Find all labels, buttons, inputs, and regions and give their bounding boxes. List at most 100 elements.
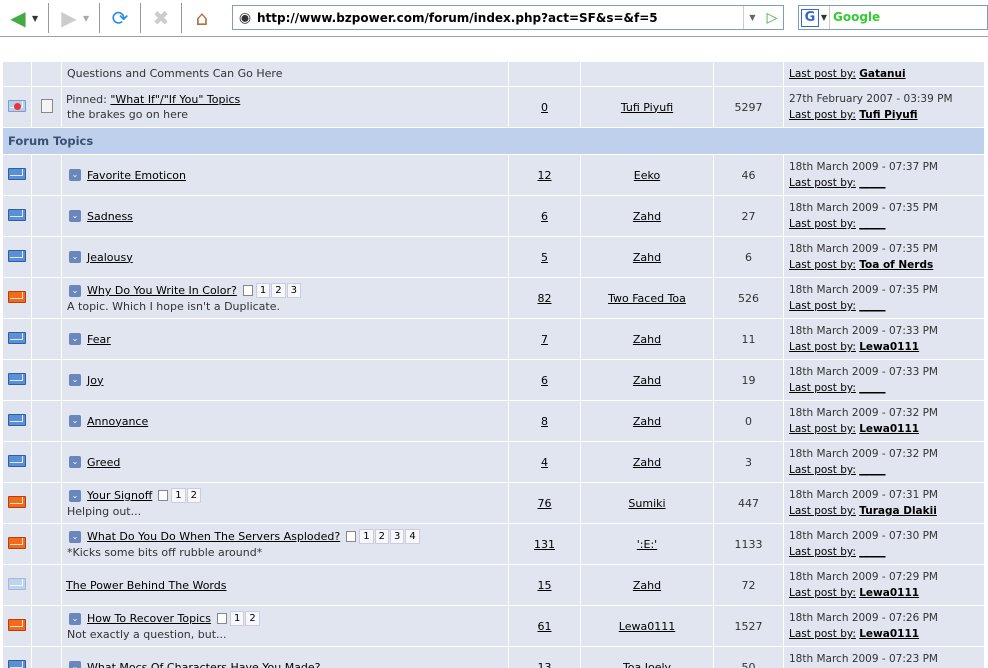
last-post-label[interactable]: Last post by: <box>789 382 856 394</box>
topic-preview-icon[interactable]: ⌄ <box>69 415 81 427</box>
topic-link[interactable]: Joy <box>87 374 103 387</box>
author-link[interactable]: Zahd <box>633 333 661 346</box>
page-link[interactable]: 1 <box>359 529 374 544</box>
page-link[interactable]: 3 <box>286 283 301 298</box>
last-post-label[interactable]: Last post by: <box>789 423 856 435</box>
search-engine-dropdown[interactable]: ▼ <box>819 13 829 22</box>
topic-link[interactable]: Greed <box>87 456 120 469</box>
author-link[interactable]: Lewa0111 <box>619 620 675 633</box>
replies-link[interactable]: 7 <box>541 333 548 346</box>
author-link[interactable]: Eeko <box>634 169 660 182</box>
forward-button[interactable]: ▶ <box>55 4 83 32</box>
page-link[interactable]: 1 <box>229 611 245 626</box>
topic-link[interactable]: Sadness <box>87 210 133 223</box>
replies-link[interactable]: 6 <box>541 210 548 223</box>
page-link[interactable]: 2 <box>245 611 260 626</box>
author-link[interactable]: Sumiki <box>628 497 665 510</box>
page-link[interactable]: 2 <box>271 283 286 298</box>
page-link[interactable]: 4 <box>405 529 420 544</box>
topic-link[interactable]: What Do You Do When The Servers Asploded… <box>87 530 340 543</box>
last-post-author[interactable]: Lewa0111 <box>859 341 919 353</box>
go-button[interactable]: ▷ <box>761 10 783 26</box>
author-link[interactable]: Toa Joely <box>623 661 671 668</box>
topic-preview-icon[interactable]: ⌄ <box>69 489 81 502</box>
topic-link[interactable]: "What If"/"If You" Topics <box>110 93 240 106</box>
home-button[interactable]: ⌂ <box>188 4 216 32</box>
last-post-label[interactable]: Last post by: <box>789 628 856 640</box>
last-post-author[interactable]: Gatanui <box>859 68 905 80</box>
topic-link[interactable]: Jealousy <box>87 251 133 264</box>
replies-link[interactable]: 13 <box>538 661 552 668</box>
search-box[interactable]: G ▼ Google <box>798 5 988 30</box>
topic-link[interactable]: Annoyance <box>87 415 148 428</box>
last-post-label[interactable]: Last post by: <box>789 68 856 80</box>
author-link[interactable]: Zahd <box>633 374 661 387</box>
last-post-label[interactable]: Last post by: <box>789 546 856 558</box>
back-dropdown[interactable]: ▼ <box>32 14 42 23</box>
last-post-author[interactable]: Lewa0111 <box>859 628 919 640</box>
url-input[interactable]: http://www.bzpower.com/forum/index.php?a… <box>257 11 743 25</box>
replies-link[interactable]: 8 <box>541 415 548 428</box>
last-post-label[interactable]: Last post by: <box>789 587 856 599</box>
last-post-author[interactable]: Lewa0111 <box>859 587 919 599</box>
last-post-label[interactable]: Last post by: <box>789 177 856 189</box>
page-link[interactable]: 1 <box>171 488 186 503</box>
url-dropdown[interactable]: ▼ <box>743 6 761 29</box>
last-post-label[interactable]: Last post by: <box>789 505 856 517</box>
last-post-label[interactable]: Last post by: <box>789 218 856 230</box>
page-link[interactable]: 1 <box>255 283 271 298</box>
replies-link[interactable]: 82 <box>538 292 552 305</box>
page-link[interactable]: 2 <box>374 529 389 544</box>
last-post-author[interactable]: Tufi Piyufi <box>859 109 917 121</box>
topic-preview-icon[interactable]: ⌄ <box>69 530 81 543</box>
topic-link[interactable]: How To Recover Topics <box>87 612 211 625</box>
last-post-author[interactable]: _____ <box>859 300 885 312</box>
last-post-author[interactable]: Turaga Dlakii <box>859 505 937 517</box>
topic-preview-icon[interactable]: ⌄ <box>69 284 81 297</box>
replies-link[interactable]: 61 <box>538 620 552 633</box>
stop-button[interactable]: ✖ <box>147 4 175 32</box>
replies-link[interactable]: 5 <box>541 251 548 264</box>
replies-link[interactable]: 131 <box>534 538 555 551</box>
author-link[interactable]: Zahd <box>633 456 661 469</box>
replies-link[interactable]: 76 <box>538 497 552 510</box>
topic-preview-icon[interactable]: ⌄ <box>69 374 81 386</box>
replies-link[interactable]: 12 <box>538 169 552 182</box>
author-link[interactable]: Zahd <box>633 210 661 223</box>
last-post-author[interactable]: Lewa0111 <box>859 423 919 435</box>
last-post-author[interactable]: _____ <box>859 546 885 558</box>
refresh-button[interactable]: ⟳ <box>106 4 134 32</box>
topic-preview-icon[interactable]: ⌄ <box>69 612 81 625</box>
last-post-author[interactable]: _____ <box>859 464 885 476</box>
last-post-label[interactable]: Last post by: <box>789 109 856 121</box>
replies-link[interactable]: 6 <box>541 374 548 387</box>
replies-link[interactable]: 4 <box>541 456 548 469</box>
topic-link[interactable]: Fear <box>87 333 111 346</box>
author-link[interactable]: Zahd <box>633 251 661 264</box>
topic-preview-icon[interactable]: ⌄ <box>69 333 81 345</box>
back-button[interactable]: ◀ <box>4 4 32 32</box>
topic-link[interactable]: What Mocs Of Characters Have You Made? <box>87 661 321 668</box>
topic-link[interactable]: Favorite Emoticon <box>87 169 186 182</box>
address-bar[interactable]: ◉ http://www.bzpower.com/forum/index.php… <box>232 5 784 30</box>
topic-link[interactable]: The Power Behind The Words <box>66 579 226 592</box>
topic-preview-icon[interactable]: ⌄ <box>69 251 81 263</box>
author-link[interactable]: Two Faced Toa <box>608 292 686 305</box>
last-post-author[interactable]: _____ <box>859 177 885 189</box>
forward-dropdown[interactable]: ▼ <box>83 14 93 23</box>
page-link[interactable]: 2 <box>186 488 202 503</box>
topic-link[interactable]: Why Do You Write In Color? <box>87 284 237 297</box>
last-post-label[interactable]: Last post by: <box>789 341 856 353</box>
last-post-label[interactable]: Last post by: <box>789 300 856 312</box>
replies-link[interactable]: 15 <box>538 579 552 592</box>
last-post-author[interactable]: _____ <box>859 218 885 230</box>
google-icon[interactable]: G <box>801 8 819 27</box>
topic-preview-icon[interactable]: ⌄ <box>69 661 81 668</box>
author-link[interactable]: Zahd <box>633 579 661 592</box>
topic-preview-icon[interactable]: ⌄ <box>69 456 81 468</box>
last-post-author[interactable]: _____ <box>859 382 885 394</box>
topic-preview-icon[interactable]: ⌄ <box>69 169 81 181</box>
author-link[interactable]: Tufi Piyufi <box>621 101 673 114</box>
search-input[interactable]: Google <box>829 6 987 29</box>
topic-link[interactable]: Your Signoff <box>87 489 152 502</box>
